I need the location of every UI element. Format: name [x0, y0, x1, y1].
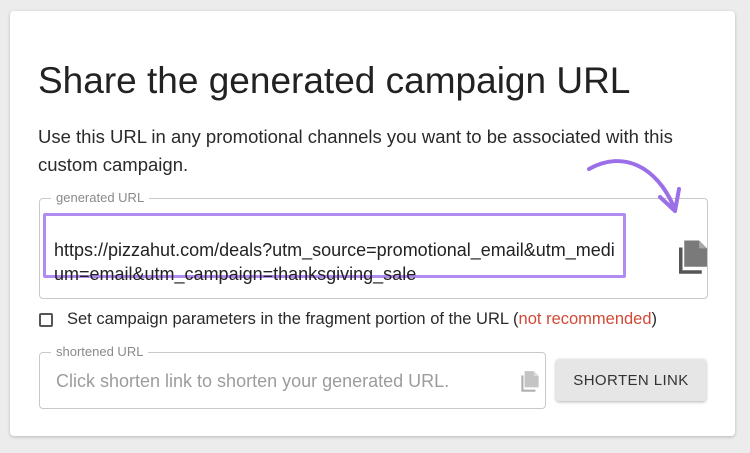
fragment-option-label-close: ): [651, 310, 658, 328]
fragment-option-label: Set campaign parameters in the fragment …: [67, 310, 519, 328]
copy-icon[interactable]: [672, 237, 714, 279]
generated-url-legend: generated URL: [51, 190, 150, 206]
shorten-link-button[interactable]: SHORTEN LINK: [556, 359, 706, 401]
generated-url-value[interactable]: https://pizzahut.com/deals?utm_source=pr…: [54, 238, 619, 286]
not-recommended-label: not recommended: [518, 310, 652, 328]
campaign-url-card: Share the generated campaign URL Use thi…: [10, 11, 735, 436]
shortened-url-legend: shortened URL: [51, 344, 149, 360]
page-title: Share the generated campaign URL: [38, 60, 631, 101]
fragment-option-row[interactable]: Set campaign parameters in the fragment …: [39, 310, 657, 329]
description-text: Use this URL in any promotional channels…: [38, 126, 673, 175]
fragment-checkbox[interactable]: [39, 312, 53, 327]
shortened-url-field[interactable]: shortened URL Click shorten link to shor…: [39, 344, 546, 409]
shortened-url-placeholder: Click shorten link to shorten your gener…: [56, 371, 450, 391]
copy-icon[interactable]: [517, 369, 543, 395]
generated-url-field[interactable]: generated URL https://pizzahut.com/deals…: [39, 190, 708, 299]
